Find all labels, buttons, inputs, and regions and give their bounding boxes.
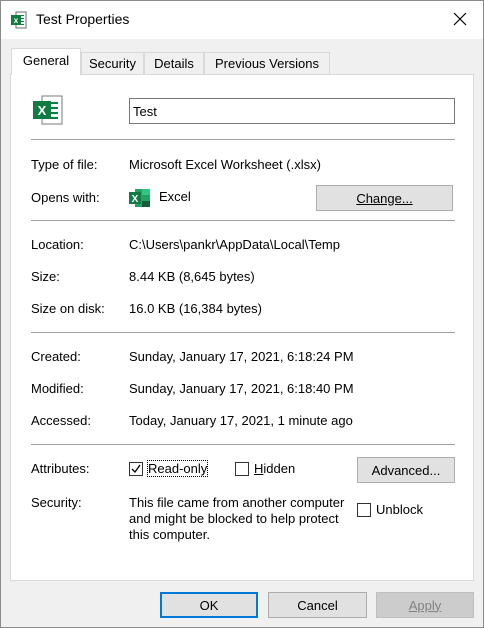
change-button-label: Change... [356,190,413,206]
checkmark-icon [131,464,141,474]
opens-with-label: Opens with: [31,190,100,205]
ok-button[interactable]: OK [160,592,258,618]
divider [31,444,455,445]
apply-button[interactable]: Apply [376,592,474,618]
properties-dialog: x Test Properties General Security Detai… [0,0,484,628]
svg-text:x: x [14,16,19,25]
tab-details[interactable]: Details [144,52,204,74]
created-value: Sunday, January 17, 2021, 6:18:24 PM [129,349,354,364]
window-title: Test Properties [36,11,130,27]
cancel-button-label: Cancel [297,597,338,613]
svg-text:X: X [132,194,139,205]
apply-button-label: Apply [408,597,442,613]
unblock-label[interactable]: Unblock [376,502,423,517]
excel-file-icon: X [31,93,65,130]
security-label: Security: [31,495,82,510]
excel-file-icon: x [11,11,27,29]
divider [31,220,455,221]
general-panel: X Type of file: Microsoft Excel Workshee… [10,74,474,581]
advanced-button-label: Advanced... [371,462,441,478]
tab-general[interactable]: General [11,48,81,75]
ok-button-label: OK [199,597,219,613]
tab-security[interactable]: Security [81,52,144,74]
accessed-label: Accessed: [31,413,91,428]
type-of-file-value: Microsoft Excel Worksheet (.xlsx) [129,157,321,172]
excel-app-icon: X [129,188,151,211]
modified-value: Sunday, January 17, 2021, 6:18:40 PM [129,381,354,396]
security-message: This file came from another computer and… [129,495,345,542]
type-of-file-label: Type of file: [31,157,98,172]
tab-previous-versions[interactable]: Previous Versions [204,52,330,74]
hidden-checkbox[interactable] [235,462,249,476]
size-label: Size: [31,269,60,284]
change-button[interactable]: Change... [316,185,453,211]
advanced-button[interactable]: Advanced... [357,457,455,483]
unblock-checkbox[interactable] [357,503,371,517]
modified-label: Modified: [31,381,84,396]
size-value: 8.44 KB (8,645 bytes) [129,269,255,284]
file-name-input[interactable] [129,98,455,124]
size-on-disk-value: 16.0 KB (16,384 bytes) [129,301,262,316]
hidden-label[interactable]: Hidden [254,461,295,476]
divider [31,332,455,333]
size-on-disk-label: Size on disk: [31,301,105,316]
cancel-button[interactable]: Cancel [268,592,367,618]
opens-with-value: Excel [159,189,191,204]
location-value: C:\Users\pankr\AppData\Local\Temp [129,237,340,252]
read-only-label[interactable]: Read-only [146,460,209,477]
svg-text:X: X [38,103,47,118]
location-label: Location: [31,237,84,252]
created-label: Created: [31,349,81,364]
title-bar: x Test Properties [1,1,483,39]
attributes-label: Attributes: [31,461,90,476]
read-only-checkbox[interactable] [129,462,143,476]
divider [31,139,455,140]
close-icon [453,12,467,29]
close-button[interactable] [437,1,483,39]
accessed-value: Today, January 17, 2021, 1 minute ago [129,413,353,428]
